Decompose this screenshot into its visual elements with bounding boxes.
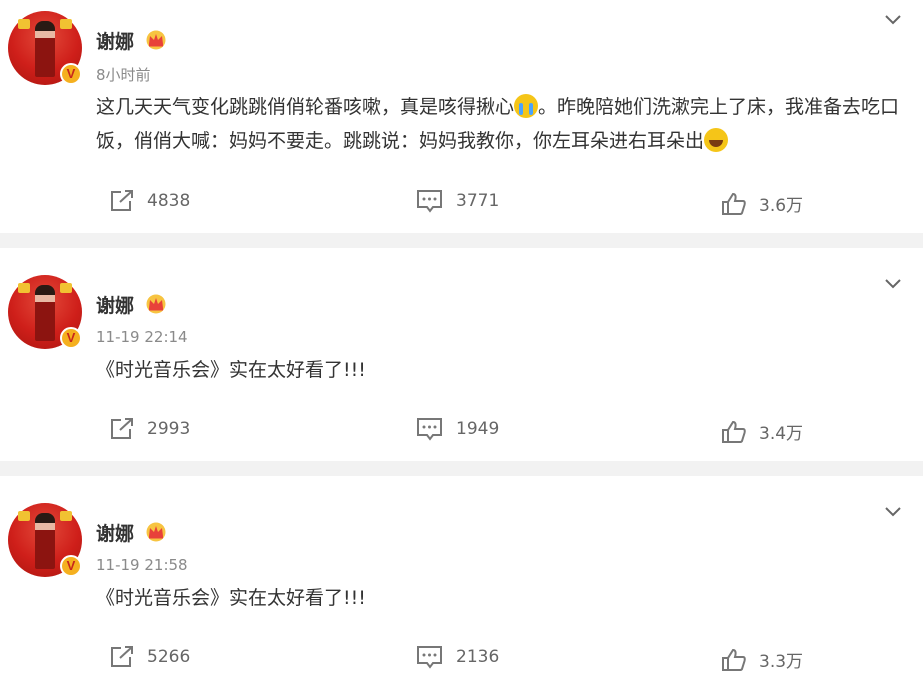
post-card: V 谢娜 11-19 22:14 《时光音乐会》实在太好看了!!! 2993 1… xyxy=(0,248,923,461)
crown-badge-icon[interactable] xyxy=(145,522,167,542)
crying-emoji xyxy=(514,94,539,118)
post-text: 《时光音乐会》实在太好看了!!! xyxy=(96,587,366,609)
author-name[interactable]: 谢娜 xyxy=(96,291,134,318)
share-icon xyxy=(111,418,133,439)
post-time[interactable]: 11-19 21:58 xyxy=(96,556,188,574)
share-icon xyxy=(111,190,133,211)
comment-icon xyxy=(417,418,442,441)
repost-button[interactable]: 2993 xyxy=(109,417,190,441)
repost-count: 2993 xyxy=(147,419,191,439)
author-name[interactable]: 谢娜 xyxy=(96,27,134,54)
share-icon xyxy=(111,646,133,667)
comment-button[interactable]: 3771 xyxy=(416,189,499,213)
crown-badge-icon[interactable] xyxy=(145,294,167,314)
like-count: 3.3万 xyxy=(759,652,804,672)
verified-icon: V xyxy=(60,327,82,349)
author-name[interactable]: 谢娜 xyxy=(96,519,134,546)
like-button[interactable]: 3.6万 xyxy=(721,191,803,216)
like-count: 3.6万 xyxy=(759,196,804,216)
repost-count: 5266 xyxy=(147,647,191,667)
post-card: V 谢娜 11-19 21:58 《时光音乐会》实在太好看了!!! 5266 2… xyxy=(0,476,923,676)
post-time[interactable]: 11-19 22:14 xyxy=(96,328,188,346)
like-icon xyxy=(722,192,746,215)
repost-button[interactable]: 5266 xyxy=(109,645,190,669)
post-text: 这几天天气变化跳跳俏俏轮番咳嗽，真是咳得揪心 。昨晚陪她们洗漱完上了床，我准备去吃… xyxy=(96,94,900,152)
post-time[interactable]: 8小时前 xyxy=(96,64,151,85)
crown-badge-icon[interactable] xyxy=(145,30,167,50)
comment-button[interactable]: 1949 xyxy=(416,417,499,441)
post-text: 《时光音乐会》实在太好看了!!! xyxy=(96,359,366,381)
like-icon xyxy=(722,420,746,443)
avatar[interactable]: V xyxy=(8,11,82,85)
post-card: V 谢娜 8小时前 这几天天气变化跳跳俏俏轮番咳嗽，真是咳得揪心 。昨晚陪她们洗漱… xyxy=(0,0,923,233)
repost-button[interactable]: 4838 xyxy=(109,189,190,213)
like-button[interactable]: 3.3万 xyxy=(721,647,803,672)
comment-button[interactable]: 2136 xyxy=(416,645,499,669)
repost-count: 4838 xyxy=(147,191,191,211)
like-icon xyxy=(722,648,746,671)
verified-icon: V xyxy=(60,555,82,577)
laughing-emoji xyxy=(704,128,729,152)
comment-icon xyxy=(417,190,442,213)
comment-count: 2136 xyxy=(456,647,500,667)
comment-icon xyxy=(417,646,442,669)
comment-count: 1949 xyxy=(456,419,500,439)
chevron-down-icon[interactable] xyxy=(884,14,902,26)
chevron-down-icon[interactable] xyxy=(884,278,902,290)
comment-count: 3771 xyxy=(456,191,500,211)
like-button[interactable]: 3.4万 xyxy=(721,419,803,444)
avatar[interactable]: V xyxy=(8,275,82,349)
like-count: 3.4万 xyxy=(759,424,804,444)
chevron-down-icon[interactable] xyxy=(884,506,902,518)
verified-icon: V xyxy=(60,63,82,85)
avatar[interactable]: V xyxy=(8,503,82,577)
